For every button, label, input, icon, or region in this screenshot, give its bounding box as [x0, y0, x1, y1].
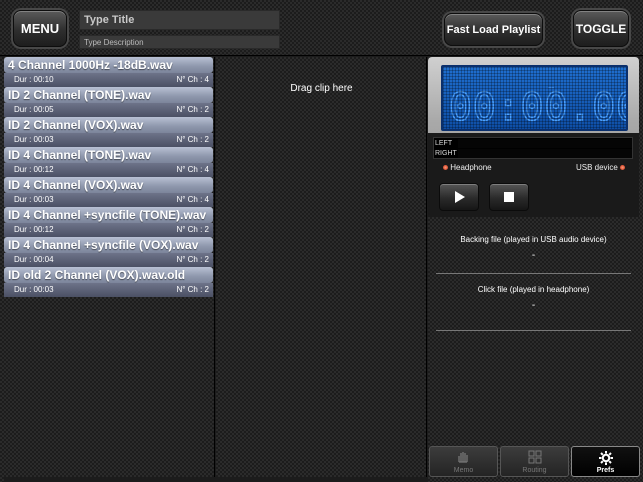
headphone-label: Headphone [450, 163, 492, 172]
stop-button[interactable] [489, 183, 529, 211]
clip-duration: Dur : 00:12 [14, 165, 54, 174]
clip-name: ID 4 Channel +syncfile (VOX).wav [4, 237, 213, 253]
meter-left-track [458, 139, 632, 148]
file-info-panel: Backing file (played in USB audio device… [428, 217, 639, 447]
tab-routing[interactable]: Routing [500, 446, 569, 477]
meter-left-label: LEFT [435, 140, 453, 147]
toggle-button[interactable]: TOGGLE [573, 10, 629, 47]
drop-area[interactable]: Drag clip here [216, 57, 427, 477]
clip-item[interactable]: ID 4 Channel (TONE).wav Dur : 00:12 N° C… [4, 147, 215, 177]
divider [436, 273, 631, 274]
clip-name: ID 4 Channel +syncfile (TONE).wav [4, 207, 213, 223]
click-file-value: - [531, 300, 536, 311]
headphone-indicator: Headphone [443, 163, 492, 172]
clip-info: Dur : 00:05 N° Ch : 2 [4, 103, 213, 117]
clip-duration: Dur : 00:03 [14, 195, 54, 204]
backing-file-value: - [531, 250, 536, 261]
clip-info: Dur : 00:03 N° Ch : 2 [4, 133, 213, 147]
clip-item[interactable]: ID old 2 Channel (VOX).wav.old Dur : 00:… [4, 267, 215, 297]
clip-channels: N° Ch : 2 [176, 225, 209, 234]
clip-item[interactable]: ID 4 Channel +syncfile (VOX).wav Dur : 0… [4, 237, 215, 267]
clip-duration: Dur : 00:03 [14, 285, 54, 294]
clip-info: Dur : 00:12 N° Ch : 4 [4, 163, 213, 177]
clip-name: ID 2 Channel (VOX).wav [4, 117, 213, 133]
time-display: _ 00:00.00 [441, 65, 628, 131]
level-meter: LEFT RIGHT [433, 137, 633, 159]
lcd-indicator: _ [548, 77, 555, 88]
clip-item[interactable]: 4 Channel 1000Hz -18dB.wav Dur : 00:10 N… [4, 57, 215, 87]
tab-bar: Memo Routing Prefs [428, 446, 641, 478]
meter-right-label: RIGHT [435, 150, 457, 157]
clip-name: ID 2 Channel (TONE).wav [4, 87, 213, 103]
clip-duration: Dur : 00:05 [14, 105, 54, 114]
tab-prefs[interactable]: Prefs [571, 446, 640, 477]
menu-button[interactable]: MENU [13, 10, 67, 47]
clip-channels: N° Ch : 2 [176, 285, 209, 294]
clip-name: 4 Channel 1000Hz -18dB.wav [4, 57, 213, 73]
clip-duration: Dur : 00:04 [14, 255, 54, 264]
stop-icon [504, 192, 514, 202]
clip-channels: N° Ch : 4 [176, 75, 209, 84]
clip-channels: N° Ch : 2 [176, 105, 209, 114]
clip-duration: Dur : 00:10 [14, 75, 54, 84]
clip-list: 4 Channel 1000Hz -18dB.wav Dur : 00:10 N… [4, 57, 215, 477]
clip-item[interactable]: ID 2 Channel (TONE).wav Dur : 00:05 N° C… [4, 87, 215, 117]
top-bar: MENU Type Title Type Description Fast Lo… [0, 0, 643, 56]
clip-item[interactable]: ID 4 Channel +syncfile (TONE).wav Dur : … [4, 207, 215, 237]
clip-duration: Dur : 00:03 [14, 135, 54, 144]
clip-duration: Dur : 00:12 [14, 225, 54, 234]
usb-label: USB device [575, 163, 618, 172]
tab-label: Memo [453, 467, 474, 474]
meter-right-track [458, 149, 632, 158]
tab-memo[interactable]: Memo [429, 446, 498, 477]
time-readout: 00:00.00 [448, 85, 628, 129]
clip-name: ID old 2 Channel (VOX).wav.old [4, 267, 213, 283]
clip-channels: N° Ch : 4 [176, 165, 209, 174]
clip-channels: N° Ch : 4 [176, 195, 209, 204]
clip-info: Dur : 00:04 N° Ch : 2 [4, 253, 213, 267]
play-icon [455, 191, 465, 203]
tab-label: Prefs [596, 467, 615, 474]
clip-channels: N° Ch : 2 [176, 135, 209, 144]
clip-info: Dur : 00:03 N° Ch : 2 [4, 283, 213, 297]
clip-channels: N° Ch : 2 [176, 255, 209, 264]
usb-indicator: USB device [576, 163, 625, 172]
fast-load-playlist-button[interactable]: Fast Load Playlist [444, 13, 543, 46]
clip-item[interactable]: ID 4 Channel (VOX).wav Dur : 00:03 N° Ch… [4, 177, 215, 207]
headphone-led-icon [443, 165, 448, 171]
usb-led-icon [620, 165, 625, 171]
clip-info: Dur : 00:12 N° Ch : 2 [4, 223, 213, 237]
drag-clip-label: Drag clip here [290, 83, 353, 94]
tab-label: Routing [522, 467, 547, 474]
click-file-label: Click file (played in headphone) [477, 285, 590, 294]
clip-name: ID 4 Channel (TONE).wav [4, 147, 213, 163]
description-input[interactable]: Type Description [79, 35, 280, 49]
backing-file-label: Backing file (played in USB audio device… [460, 235, 607, 244]
output-indicators: Headphone USB device [433, 160, 633, 174]
divider [436, 330, 631, 331]
title-input[interactable]: Type Title [79, 10, 280, 30]
play-button[interactable] [439, 183, 479, 211]
clip-info: Dur : 00:03 N° Ch : 4 [4, 193, 213, 207]
clip-name: ID 4 Channel (VOX).wav [4, 177, 213, 193]
clip-info: Dur : 00:10 N° Ch : 4 [4, 73, 213, 87]
clip-item[interactable]: ID 2 Channel (VOX).wav Dur : 00:03 N° Ch… [4, 117, 215, 147]
